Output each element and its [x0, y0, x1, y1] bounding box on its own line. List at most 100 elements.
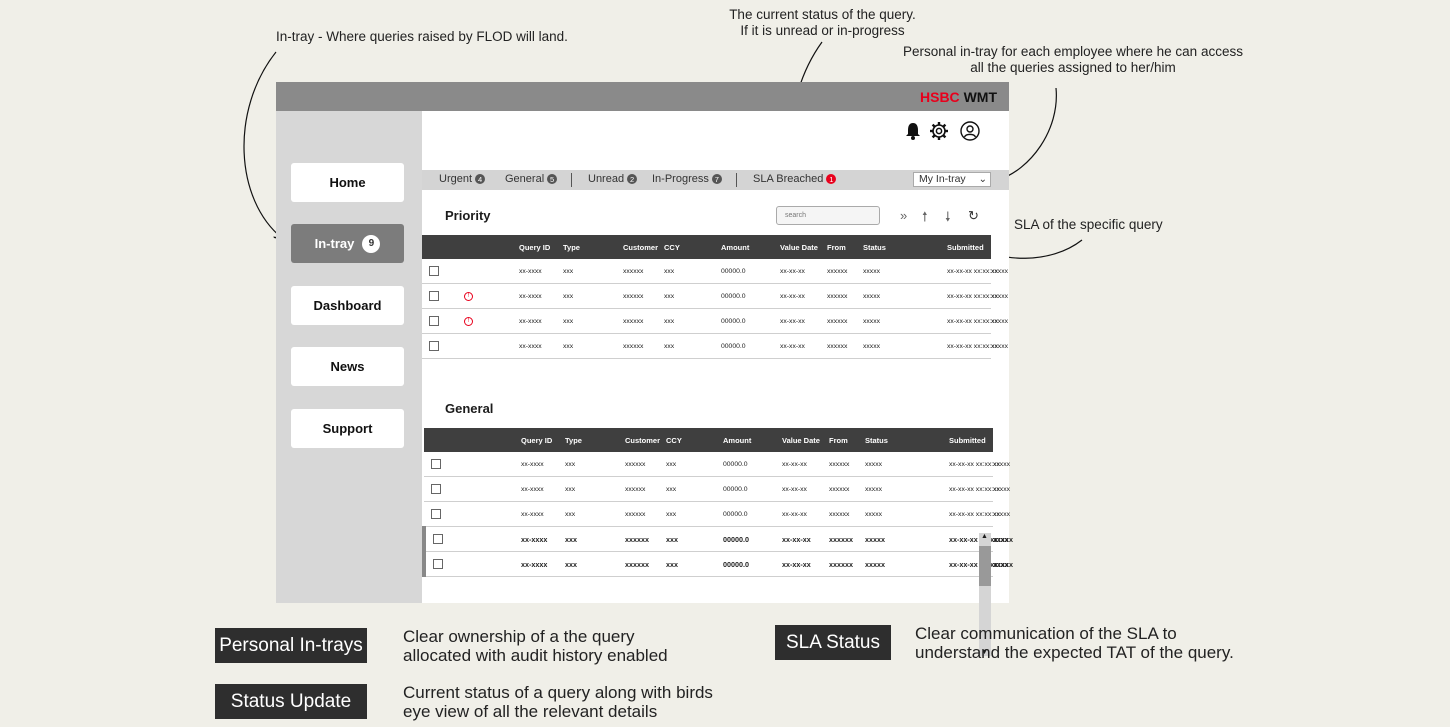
column-header[interactable]: Type — [563, 235, 623, 259]
row-checkbox[interactable] — [431, 459, 441, 469]
table-row[interactable]: xx-xxxx xxx xxxxxx xxx 00000.0 xx-xx-xx xxxxxx… — [424, 452, 1010, 477]
checkbox-cell — [422, 551, 461, 577]
alert-cell — [461, 551, 521, 577]
column-header[interactable]: Submitted — [947, 235, 991, 259]
column-header[interactable]: Submitted — [949, 428, 993, 452]
table-cell: xxxxx — [863, 259, 947, 284]
column-header[interactable]: Value Date — [780, 235, 827, 259]
row-checkbox[interactable] — [429, 316, 439, 326]
table-cell: xxxxxx — [625, 476, 666, 502]
table-cell: xxxxxx — [625, 452, 666, 477]
table-row[interactable]: xx-xxxx xxx xxxxxx xxx 00000.0 xx-xx-xx xxxxxx… — [424, 476, 1010, 502]
filter-unread-label: Unread — [588, 173, 625, 185]
column-header[interactable]: From — [829, 428, 865, 452]
legend-sla-description: Clear communication of the SLA to unders… — [915, 624, 1234, 662]
filter-general-label: General — [505, 173, 545, 185]
filter-sla-breached-count: 1 — [826, 174, 837, 184]
column-header[interactable]: Customer — [623, 235, 664, 259]
legend-personal-line2: allocated with audit history enabled — [403, 646, 668, 665]
filter-unread[interactable]: Unread 2 — [588, 173, 638, 185]
alert-cell — [461, 452, 521, 477]
tray-select[interactable]: My In-tray ⌄ — [913, 172, 991, 187]
column-header[interactable]: Status — [865, 428, 949, 452]
column-header[interactable]: From — [827, 235, 863, 259]
double-chevron-icon[interactable]: » — [900, 208, 907, 223]
row-checkbox[interactable] — [431, 509, 441, 519]
table-row[interactable]: xx-xxxx xxx xxxxxx xxx 00000.0 xx-xx-xx xxxxxx… — [424, 501, 1010, 527]
table-cell: xxx — [563, 333, 623, 359]
column-header[interactable]: Type — [565, 428, 625, 452]
alert-cell: ! — [459, 308, 519, 334]
nav-dashboard[interactable]: Dashboard — [291, 286, 404, 325]
scroll-up-icon[interactable]: ▲ — [981, 533, 988, 540]
table-row[interactable]: ! xx-xxxx xxx xxxxxx xxx 00000.0 xx-xx-xx xxxxx… — [422, 283, 1008, 309]
table-cell: xx-xx-xx — [782, 501, 829, 527]
table-cell: xx-xx-xx — [782, 526, 829, 552]
filter-sla-breached-label: SLA Breached — [753, 173, 824, 185]
alert-column-header — [459, 235, 519, 259]
nav-home[interactable]: Home — [291, 163, 404, 202]
user-icon[interactable] — [959, 120, 981, 142]
table-cell: xxx — [563, 308, 623, 334]
table-cell: xx-xxxx — [519, 259, 563, 284]
priority-table: Query ID Type Customer CCY Amount Value Date F… — [422, 235, 1008, 359]
table-cell: xxxxxx — [827, 283, 863, 309]
filter-general[interactable]: General 5 — [505, 173, 558, 185]
legend-sla-line1: Clear communication of the SLA to — [915, 624, 1177, 643]
scrollbar-thumb[interactable] — [979, 546, 991, 586]
table-row[interactable]: xx-xxxx xxx xxxxxx xxx 00000.0 xx-xx-xx xxxxxx… — [422, 551, 1013, 577]
bell-icon[interactable] — [902, 120, 924, 142]
row-checkbox[interactable] — [429, 291, 439, 301]
row-checkbox[interactable] — [433, 534, 443, 545]
column-header[interactable]: CCY — [666, 428, 723, 452]
filter-in-progress[interactable]: In-Progress 7 — [652, 173, 722, 185]
alert-cell — [459, 259, 519, 284]
checkbox-cell — [422, 526, 461, 552]
alert-column-header — [461, 428, 521, 452]
column-header[interactable]: Customer — [625, 428, 666, 452]
nav-news[interactable]: News — [291, 347, 404, 386]
app-header: HSBC WMT — [276, 82, 1009, 111]
arrow-up-icon[interactable]: 🠕 — [922, 208, 928, 230]
table-row[interactable]: xx-xxxx xxx xxxxxx xxx 00000.0 xx-xx-xx xxxxxx… — [422, 259, 1008, 284]
table-cell: xxxxx — [863, 283, 947, 309]
table-cell: xxxxx — [865, 501, 949, 527]
column-header[interactable]: Amount — [723, 428, 782, 452]
filter-in-progress-label: In-Progress — [652, 173, 709, 185]
table-cell: xxxxxx — [623, 333, 664, 359]
row-checkbox[interactable] — [431, 484, 441, 494]
arrow-down-icon[interactable]: 🠗 — [945, 208, 951, 230]
column-header[interactable]: Amount — [721, 235, 780, 259]
table-row[interactable]: xx-xxxx xxx xxxxxx xxx 00000.0 xx-xx-xx xxxxxx… — [422, 333, 1008, 359]
brand-logo: HSBC WMT — [920, 89, 997, 105]
table-cell: 00000.0 — [721, 333, 780, 359]
nav-support-label: Support — [322, 421, 373, 436]
column-header[interactable]: Query ID — [521, 428, 565, 452]
row-checkbox[interactable] — [429, 341, 439, 351]
gear-icon[interactable] — [928, 120, 950, 142]
table-row[interactable]: xx-xxxx xxx xxxxxx xxx 00000.0 xx-xx-xx xxxxxx… — [422, 526, 1013, 552]
filter-sla-breached[interactable]: SLA Breached 1 — [753, 173, 837, 185]
column-header[interactable]: Status — [863, 235, 947, 259]
table-cell: xxxxx — [863, 308, 947, 334]
column-header[interactable]: Query ID — [519, 235, 563, 259]
table-cell: 00000.0 — [721, 259, 780, 284]
filter-urgent[interactable]: Urgent 4 — [439, 173, 486, 185]
table-cell: xxx — [565, 551, 625, 577]
row-checkbox[interactable] — [433, 559, 443, 570]
table-cell: xxx — [563, 259, 623, 284]
alert-cell: ! — [459, 283, 519, 309]
table-cell: xx-xxxx — [519, 333, 563, 359]
refresh-icon[interactable]: ↻ — [968, 208, 979, 224]
column-header[interactable]: Value Date — [782, 428, 829, 452]
column-header[interactable]: CCY — [664, 235, 721, 259]
search-input[interactable]: search — [776, 206, 880, 225]
row-checkbox[interactable] — [429, 266, 439, 276]
nav-support[interactable]: Support — [291, 409, 404, 448]
table-row[interactable]: ! xx-xxxx xxx xxxxxx xxx 00000.0 xx-xx-xx xxxxx… — [422, 308, 1008, 334]
checkbox-cell — [424, 501, 461, 527]
legend-tag-status-update: Status Update — [215, 684, 367, 719]
nav-intray[interactable]: In-tray 9 — [291, 224, 404, 263]
table-cell: xx-xxxx — [521, 476, 565, 502]
table-cell: xx-xx-xx xx:xx:xx — [947, 308, 998, 334]
